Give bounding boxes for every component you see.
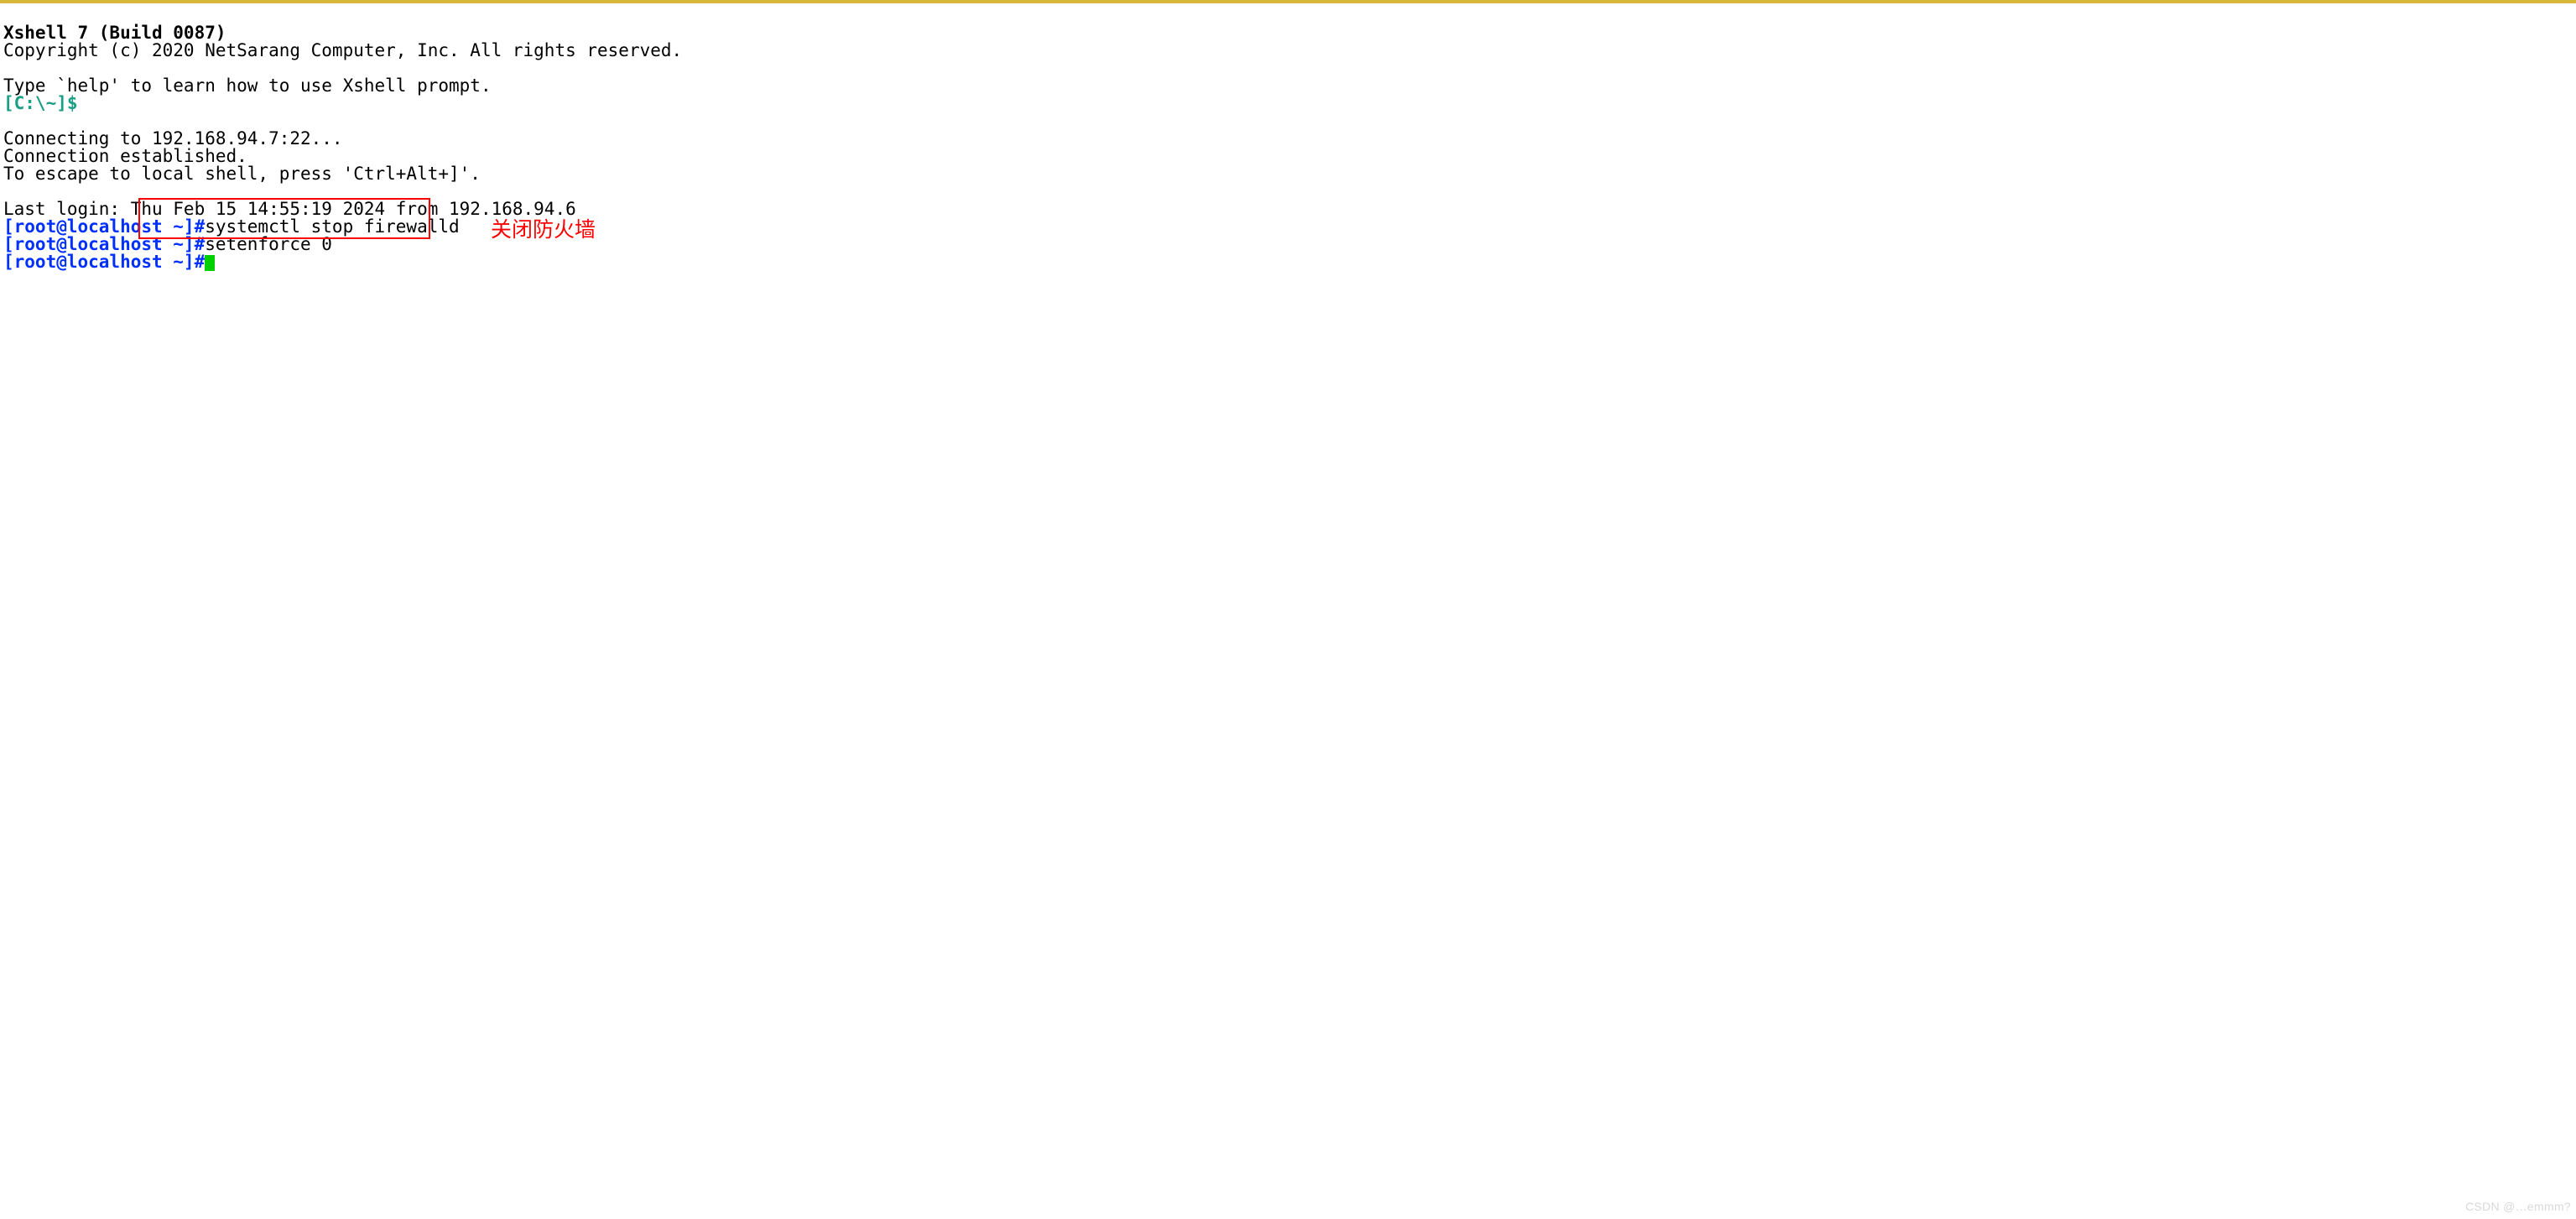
escape-line: To escape to local shell, press 'Ctrl+Al…	[3, 164, 481, 184]
command-text: setenforce 0	[205, 234, 332, 254]
copyright-line: Copyright (c) 2020 NetSarang Computer, I…	[3, 40, 682, 60]
watermark: CSDN @…emmm?	[2465, 1198, 2571, 1216]
terminal-output[interactable]: Xshell 7 (Build 0087) Copyright (c) 2020…	[0, 3, 2576, 275]
annotation-label: 关闭防火墙	[491, 220, 596, 241]
local-prompt: [C:\~]$	[3, 93, 88, 113]
shell-prompt: [root@localhost ~]#	[3, 252, 205, 272]
terminal-cursor	[205, 255, 215, 271]
